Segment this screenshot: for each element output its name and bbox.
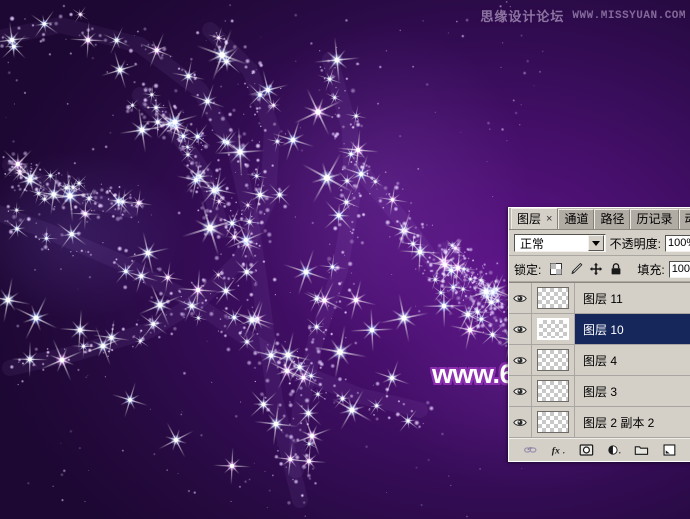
- layer-row[interactable]: 图层 10: [509, 314, 690, 345]
- fill-input[interactable]: [668, 260, 690, 278]
- layer-thumbnail: [537, 349, 569, 371]
- layer-thumbnail-cell[interactable]: [532, 283, 575, 313]
- lock-position-icon[interactable]: [589, 262, 603, 276]
- eye-icon: [513, 356, 527, 364]
- layer-row[interactable]: 图层 2 副本 2: [509, 407, 690, 438]
- layer-visibility-toggle[interactable]: [509, 345, 532, 375]
- lock-transparency-icon[interactable]: [549, 262, 563, 276]
- layer-visibility-toggle[interactable]: [509, 376, 532, 406]
- new-group-folder-icon[interactable]: [634, 442, 649, 458]
- layer-row[interactable]: 图层 4: [509, 345, 690, 376]
- close-icon[interactable]: ×: [546, 209, 552, 229]
- tab-channels[interactable]: 通道: [558, 209, 595, 229]
- layer-thumbnail: [537, 318, 569, 340]
- layer-style-fx-icon[interactable]: fx: [551, 442, 566, 458]
- chevron-down-icon[interactable]: [587, 235, 604, 251]
- eye-icon: [513, 387, 527, 395]
- layer-thumbnail: [537, 380, 569, 402]
- eye-icon: [513, 325, 527, 333]
- blend-mode-dropdown[interactable]: 正常: [514, 234, 606, 252]
- link-layers-icon[interactable]: [523, 442, 538, 458]
- tab-history-label: 历记录: [636, 212, 673, 226]
- layer-name: 图层 11: [583, 291, 623, 306]
- layer-visibility-toggle[interactable]: [509, 314, 532, 344]
- lock-image-pixels-icon[interactable]: [569, 262, 583, 276]
- layer-name: 图层 3: [583, 384, 618, 399]
- screenshot-root: 思缘设计论坛 WWW.MISSYUAN.COM www.68ps.com 图层 …: [0, 0, 690, 519]
- layer-thumbnail-cell[interactable]: [532, 314, 575, 344]
- tab-paths-label: 路径: [600, 212, 625, 226]
- layer-row[interactable]: 图层 11: [509, 283, 690, 314]
- eye-icon: [513, 294, 527, 302]
- layer-thumbnail-cell[interactable]: [532, 407, 575, 437]
- new-layer-icon[interactable]: [662, 442, 677, 458]
- layer-visibility-toggle[interactable]: [509, 283, 532, 313]
- tab-paths[interactable]: 路径: [594, 209, 631, 229]
- tab-layers[interactable]: 图层 ×: [511, 208, 559, 229]
- layer-thumbnail-cell[interactable]: [532, 345, 575, 375]
- layers-panel[interactable]: 图层 × 通道 路径 历记录 动作 正常 不透明度:: [508, 207, 690, 462]
- layers-panel-toolbar[interactable]: fx: [509, 438, 690, 461]
- tab-layers-label: 图层: [517, 212, 542, 226]
- layer-thumbnail: [537, 411, 569, 433]
- layer-name: 图层 4: [583, 353, 618, 368]
- blend-opacity-row: 正常 不透明度:: [509, 230, 690, 256]
- eye-icon: [513, 418, 527, 426]
- panel-tab-strip[interactable]: 图层 × 通道 路径 历记录 动作: [509, 208, 690, 230]
- tab-actions-label: 动作: [685, 210, 690, 229]
- layer-row[interactable]: 图层 3: [509, 376, 690, 407]
- add-layer-mask-icon[interactable]: [579, 442, 594, 458]
- lock-label: 锁定:: [514, 262, 542, 277]
- layer-visibility-toggle[interactable]: [509, 407, 532, 437]
- layer-list[interactable]: 图层 11 图层 10 图层 4 图层 3 图层 2 副本 2: [509, 282, 690, 438]
- layer-thumbnail: [537, 287, 569, 309]
- layer-thumbnail-cell[interactable]: [532, 376, 575, 406]
- opacity-input[interactable]: [665, 234, 690, 252]
- lock-all-icon[interactable]: [609, 262, 623, 276]
- tab-actions[interactable]: 动作: [678, 209, 690, 229]
- tab-history[interactable]: 历记录: [630, 209, 679, 229]
- svg-text:fx: fx: [552, 446, 560, 457]
- opacity-label: 不透明度:: [609, 236, 661, 251]
- adjustment-layer-icon[interactable]: [607, 442, 622, 458]
- blend-mode-value: 正常: [520, 236, 545, 251]
- layer-name: 图层 2 副本 2: [583, 415, 655, 430]
- tab-channels-label: 通道: [564, 212, 589, 226]
- lock-fill-row: 锁定: 填充:: [509, 256, 690, 282]
- layer-name: 图层 10: [583, 322, 624, 337]
- fill-label: 填充:: [637, 262, 665, 277]
